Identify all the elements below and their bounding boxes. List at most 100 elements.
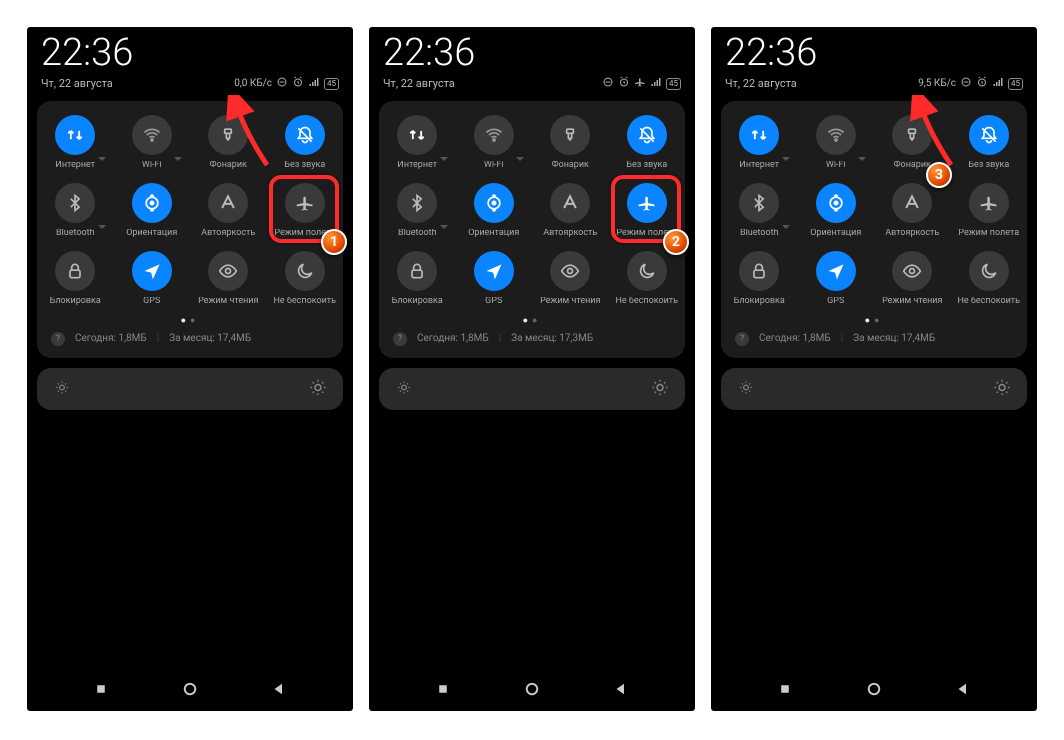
qs-tile-autobright[interactable]: Автояркость (874, 177, 951, 245)
qs-tile-bluetooth[interactable]: Bluetooth (379, 177, 456, 245)
qs-tile-autobright[interactable]: Автояркость (190, 177, 267, 245)
airplane-status-icon (634, 76, 646, 91)
help-icon: ? (393, 332, 407, 346)
qs-tile-internet[interactable]: Интернет (37, 109, 114, 177)
qs-tile-dnd[interactable]: Не беспокоить (267, 245, 344, 313)
nav-home-button[interactable] (865, 680, 883, 701)
qs-tile-lock[interactable]: Блокировка (37, 245, 114, 313)
signal-status-icon (308, 76, 320, 91)
nav-recents-button[interactable] (434, 680, 452, 701)
qs-tile-label: Без звука (968, 161, 1009, 171)
qs-tile-rotation[interactable]: Ориентация (798, 177, 875, 245)
alarm-status-icon (618, 76, 630, 91)
qs-tile-wifi[interactable]: Wi-Fi (114, 109, 191, 177)
qs-tile-wifi[interactable]: Wi-Fi (798, 109, 875, 177)
clock-time: 22:36 (725, 34, 1023, 72)
help-icon: ? (51, 332, 65, 346)
qs-tile-label: Режим чтения (882, 297, 942, 307)
qs-tile-lock[interactable]: Блокировка (379, 245, 456, 313)
qs-tile-dnd[interactable]: Не беспокоить (609, 245, 686, 313)
lock-icon (739, 251, 779, 291)
qs-tile-gps[interactable]: GPS (456, 245, 533, 313)
airplane-icon (627, 183, 667, 223)
data-usage-row[interactable]: ?Сегодня: 1,8МБ|За месяц: 17,3МБ (379, 326, 685, 348)
brightness-low-icon (739, 380, 753, 397)
qs-tile-label: Режим полета (616, 229, 677, 239)
gps-icon (474, 251, 514, 291)
nav-home-button[interactable] (523, 680, 541, 701)
lock-icon (397, 251, 437, 291)
nav-recents-button[interactable] (776, 680, 794, 701)
separator: | (499, 333, 501, 344)
brightness-slider[interactable] (379, 368, 685, 410)
qs-tile-reading[interactable]: Режим чтения (532, 245, 609, 313)
qs-tile-bluetooth[interactable]: Bluetooth (721, 177, 798, 245)
date-label: Чт, 22 августа (725, 77, 797, 90)
qs-tile-airplane[interactable]: Режим полета (267, 177, 344, 245)
nav-bar (369, 669, 695, 711)
nav-back-button[interactable] (270, 680, 288, 701)
qs-tile-airplane[interactable]: Режим полета (609, 177, 686, 245)
qs-tile-dnd[interactable]: Не беспокоить (951, 245, 1028, 313)
dnd-status-icon (960, 76, 972, 91)
qs-tile-airplane[interactable]: Режим полета (951, 177, 1028, 245)
qs-tile-mute[interactable]: Без звука (267, 109, 344, 177)
qs-tile-label: Блокировка (50, 297, 101, 307)
nav-home-button[interactable] (181, 680, 199, 701)
qs-tile-label: Не беспокоить (273, 297, 336, 307)
qs-tile-rotation[interactable]: Ориентация (456, 177, 533, 245)
nav-back-button[interactable] (612, 680, 630, 701)
expand-caret-icon (440, 225, 448, 229)
qs-tile-flashlight[interactable]: Фонарик (190, 109, 267, 177)
qs-tile-flashlight[interactable]: Фонарик (532, 109, 609, 177)
qs-tile-label: Не беспокоить (957, 297, 1020, 307)
qs-tile-label: Фонарик (552, 161, 589, 171)
qs-tile-autobright[interactable]: Автояркость (532, 177, 609, 245)
qs-tile-label: Режим полета (958, 229, 1019, 239)
expand-caret-icon (98, 157, 106, 161)
qs-tile-label: Bluetooth (56, 229, 95, 239)
qs-tile-internet[interactable]: Интернет (379, 109, 456, 177)
qs-tile-gps[interactable]: GPS (114, 245, 191, 313)
phone-screen: 22:36Чт, 22 августа9,5 КБ/с45ИнтернетWi-… (711, 27, 1037, 711)
mute-icon (969, 115, 1009, 155)
qs-tile-lock[interactable]: Блокировка (721, 245, 798, 313)
page-indicator: ●● (379, 315, 685, 326)
bluetooth-icon (55, 183, 95, 223)
expand-caret-icon (174, 157, 182, 161)
qs-tile-label: Без звука (284, 161, 325, 171)
data-usage-row[interactable]: ?Сегодня: 1,8МБ|За месяц: 17,4МБ (37, 326, 343, 348)
qs-tile-label: Режим чтения (540, 297, 600, 307)
phone-screen: 22:36Чт, 22 августа0,0 КБ/с45ИнтернетWi-… (27, 27, 353, 711)
qs-tile-label: Режим чтения (198, 297, 258, 307)
qs-tile-rotation[interactable]: Ориентация (114, 177, 191, 245)
wifi-icon (132, 115, 172, 155)
qs-tile-bluetooth[interactable]: Bluetooth (37, 177, 114, 245)
qs-tile-label: Интернет (397, 161, 437, 171)
autobright-icon (892, 183, 932, 223)
qs-tile-label: Фонарик (210, 161, 247, 171)
qs-tile-internet[interactable]: Интернет (721, 109, 798, 177)
brightness-slider[interactable] (721, 368, 1027, 410)
mute-icon (285, 115, 325, 155)
qs-tile-reading[interactable]: Режим чтения (190, 245, 267, 313)
data-usage-row[interactable]: ?Сегодня: 1,8МБ|За месяц: 17,4МБ (721, 326, 1027, 348)
nav-back-button[interactable] (954, 680, 972, 701)
qs-tile-mute[interactable]: Без звука (609, 109, 686, 177)
qs-tile-gps[interactable]: GPS (798, 245, 875, 313)
qs-tile-reading[interactable]: Режим чтения (874, 245, 951, 313)
quick-settings-panel: ИнтернетWi-Fi Фонарик Без звука Bluetooth Ор… (37, 101, 343, 358)
dnd-status-icon (276, 76, 288, 91)
nav-recents-button[interactable] (92, 680, 110, 701)
qs-tile-label: Bluetooth (398, 229, 437, 239)
brightness-slider[interactable] (37, 368, 343, 410)
qs-tile-flashlight[interactable]: Фонарик (874, 109, 951, 177)
qs-tile-mute[interactable]: Без звука (951, 109, 1028, 177)
brightness-high-icon (651, 378, 669, 399)
dnd-icon (969, 251, 1009, 291)
gps-icon (132, 251, 172, 291)
qs-tile-wifi[interactable]: Wi-Fi (456, 109, 533, 177)
qs-tile-label: Режим полета (274, 229, 335, 239)
reading-icon (208, 251, 248, 291)
qs-tile-label: Ориентация (126, 229, 177, 239)
